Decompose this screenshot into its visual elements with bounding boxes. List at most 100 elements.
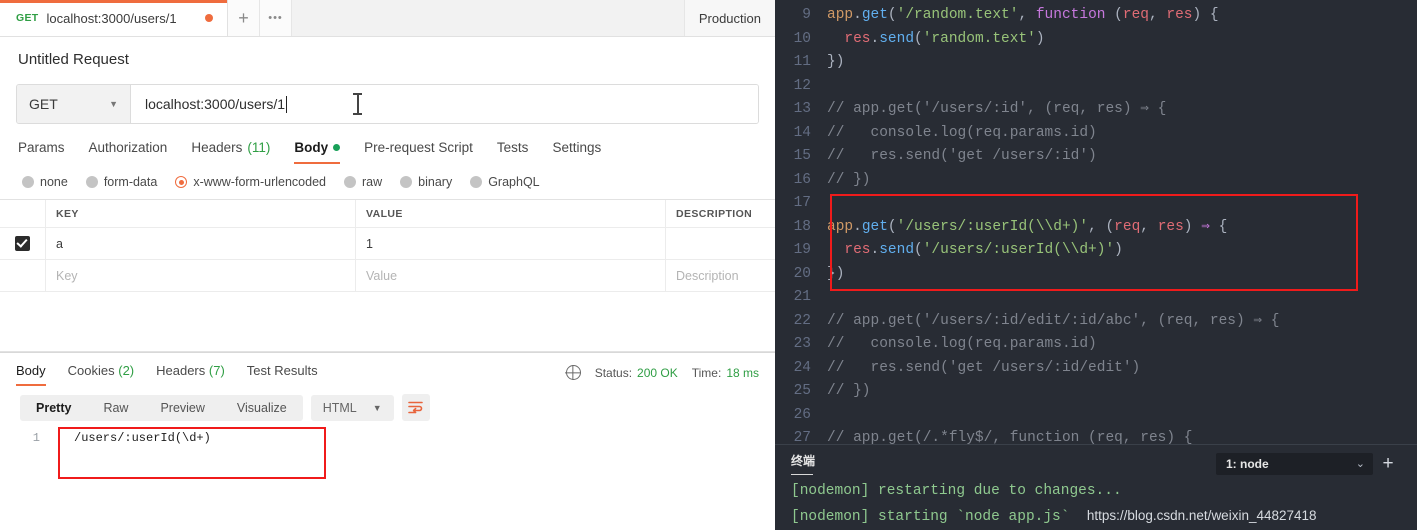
body-type-none[interactable]: none <box>22 175 68 189</box>
body-type-x-www-form-urlencoded[interactable]: x-www-form-urlencoded <box>175 175 326 189</box>
terminal-title[interactable]: 终端 <box>791 452 815 475</box>
code-line[interactable]: 17 <box>775 192 1417 216</box>
terminal-panel: 终端 1: node ⌄ + [nodemon] restarting due … <box>775 444 1417 530</box>
view-mode-visualize[interactable]: Visualize <box>221 395 303 421</box>
response-tab-cookies[interactable]: Cookies (2) <box>68 363 134 386</box>
line-number: 10 <box>793 30 811 47</box>
line-number: 14 <box>793 124 811 141</box>
radio-label: binary <box>418 175 453 189</box>
body-type-form-data[interactable]: form-data <box>85 175 158 189</box>
tab-headers[interactable]: Headers (11) <box>191 140 270 164</box>
tab-params[interactable]: Params <box>18 140 65 164</box>
request-tab[interactable]: GET localhost:3000/users/1 <box>0 0 228 36</box>
code-line[interactable]: 18 app.get('/users/:userId(\\d+)', (req, … <box>775 216 1417 240</box>
view-mode-preview[interactable]: Preview <box>144 395 220 421</box>
code-line[interactable]: 22 // app.get('/users/:id/edit/:id/abc', … <box>775 310 1417 334</box>
code-line[interactable]: 12 <box>775 75 1417 99</box>
code-editor: 9 app.get('/random.text', function (req, … <box>775 0 1417 530</box>
wrap-lines-button[interactable] <box>401 394 430 421</box>
time-value: 18 ms <box>726 365 759 380</box>
code-line[interactable]: 14 // console.log(req.params.id) <box>775 122 1417 146</box>
code-lines[interactable]: 9 app.get('/random.text', function (req, … <box>775 0 1417 451</box>
line-number: 20 <box>793 265 811 282</box>
code-line[interactable]: 23 // console.log(req.params.id) <box>775 333 1417 357</box>
tab-label: Headers <box>156 363 206 378</box>
chevron-down-icon: ⌄ <box>1355 458 1365 470</box>
code-line[interactable]: 24 // res.send('get /users/:id/edit') <box>775 357 1417 381</box>
response-tab-body[interactable]: Body <box>16 363 46 386</box>
code-line[interactable]: 15 // res.send('get /users/:id') <box>775 145 1417 169</box>
url-input[interactable]: localhost:3000/users/1 <box>131 85 758 123</box>
tab-settings[interactable]: Settings <box>552 140 601 164</box>
header-checkbox-cell <box>0 200 46 227</box>
code-line[interactable]: 13 // app.get('/users/:id', (req, res) ⇒ … <box>775 98 1417 122</box>
table-placeholder-row[interactable]: Key Value Description <box>0 260 775 292</box>
code-line[interactable]: 16 // }) <box>775 169 1417 193</box>
tab-label: Settings <box>552 140 602 155</box>
line-number: 24 <box>793 359 811 376</box>
radio-label: none <box>40 175 68 189</box>
table-empty-area <box>0 292 775 352</box>
code-line[interactable]: 9 app.get('/random.text', function (req, … <box>775 4 1417 28</box>
postman-app: GET localhost:3000/users/1 + ••• Product… <box>0 0 775 530</box>
response-tab-test-results[interactable]: Test Results <box>247 363 318 386</box>
table-row[interactable]: a 1 <box>0 228 775 260</box>
tab-pre-request-script[interactable]: Pre-request Script <box>364 140 473 164</box>
response-format-select[interactable]: HTML ▼ <box>310 394 394 421</box>
line-number: 17 <box>793 195 811 211</box>
code-line[interactable]: 11}) <box>775 51 1417 75</box>
view-mode-raw[interactable]: Raw <box>87 395 144 421</box>
code-line[interactable]: 19 res.send('/users/:userId(\\d+)') <box>775 239 1417 263</box>
row-description[interactable] <box>666 228 775 259</box>
tab-authorization[interactable]: Authorization <box>89 140 168 164</box>
code-text: res.send('/users/:userId(\\d+)') <box>844 242 1123 258</box>
code-line[interactable]: 26 <box>775 404 1417 428</box>
line-number: 21 <box>793 289 811 305</box>
row-description-placeholder[interactable]: Description <box>666 260 775 291</box>
checkbox-checked-icon[interactable] <box>15 236 30 251</box>
response-tab-headers[interactable]: Headers (7) <box>156 363 225 386</box>
view-mode-pretty[interactable]: Pretty <box>20 395 87 421</box>
body-present-dot-icon <box>333 144 341 151</box>
body-type-graphql[interactable]: GraphQL <box>470 175 540 189</box>
new-tab-button[interactable]: + <box>228 0 260 36</box>
row-key-placeholder[interactable]: Key <box>46 260 356 291</box>
code-text: // console.log(req.params.id) <box>827 336 1097 352</box>
tab-label: Tests <box>496 140 529 155</box>
body-type-raw[interactable]: raw <box>344 175 382 189</box>
time-label: Time: <box>691 365 722 380</box>
terminal-shell-select[interactable]: 1: node ⌄ <box>1216 452 1373 475</box>
http-method-select[interactable]: GET ▼ <box>17 85 131 123</box>
radio-icon <box>175 176 188 188</box>
tab-tests[interactable]: Tests <box>497 140 529 164</box>
line-number: 23 <box>793 336 811 352</box>
environment-selector[interactable]: Production <box>683 0 775 36</box>
terminal-new-button[interactable]: + <box>1373 453 1403 475</box>
terminal-line: [nodemon] starting `node app.js` <box>791 508 1070 525</box>
code-text: // app.get('/users/:id/edit/:id/abc', (r… <box>827 312 1280 329</box>
code-text: // }) <box>827 383 871 399</box>
line-number: 18 <box>793 218 811 235</box>
code-line[interactable]: 20}) <box>775 263 1417 287</box>
row-key[interactable]: a <box>46 228 356 259</box>
radio-label: form-data <box>103 175 158 189</box>
row-checkbox-cell[interactable] <box>0 228 46 259</box>
row-value-placeholder[interactable]: Value <box>356 260 666 291</box>
line-number: 22 <box>793 312 811 329</box>
globe-icon[interactable] <box>565 365 581 380</box>
response-meta: Status: 200 OK Time: 18 ms <box>565 365 759 386</box>
radio-label: raw <box>362 175 383 189</box>
code-line[interactable]: 10 res.send('random.text') <box>775 28 1417 52</box>
code-line[interactable]: 21 <box>775 286 1417 310</box>
response-pane: Body Cookies (2) Headers (7) Test Result… <box>0 352 775 479</box>
tab-options-button[interactable]: ••• <box>260 0 292 36</box>
body-type-binary[interactable]: binary <box>400 175 452 189</box>
code-text: app.get('/users/:userId(\\d+)', (req, re… <box>827 218 1228 235</box>
tab-body[interactable]: Body <box>294 140 341 164</box>
watermark: https://blog.csdn.net/weixin_44827418 <box>1086 507 1317 523</box>
row-checkbox-cell[interactable] <box>0 260 46 291</box>
http-method-value: GET <box>29 96 58 112</box>
code-line[interactable]: 25 // }) <box>775 380 1417 404</box>
row-value[interactable]: 1 <box>356 228 666 259</box>
tab-label: Pre-request Script <box>364 140 473 155</box>
